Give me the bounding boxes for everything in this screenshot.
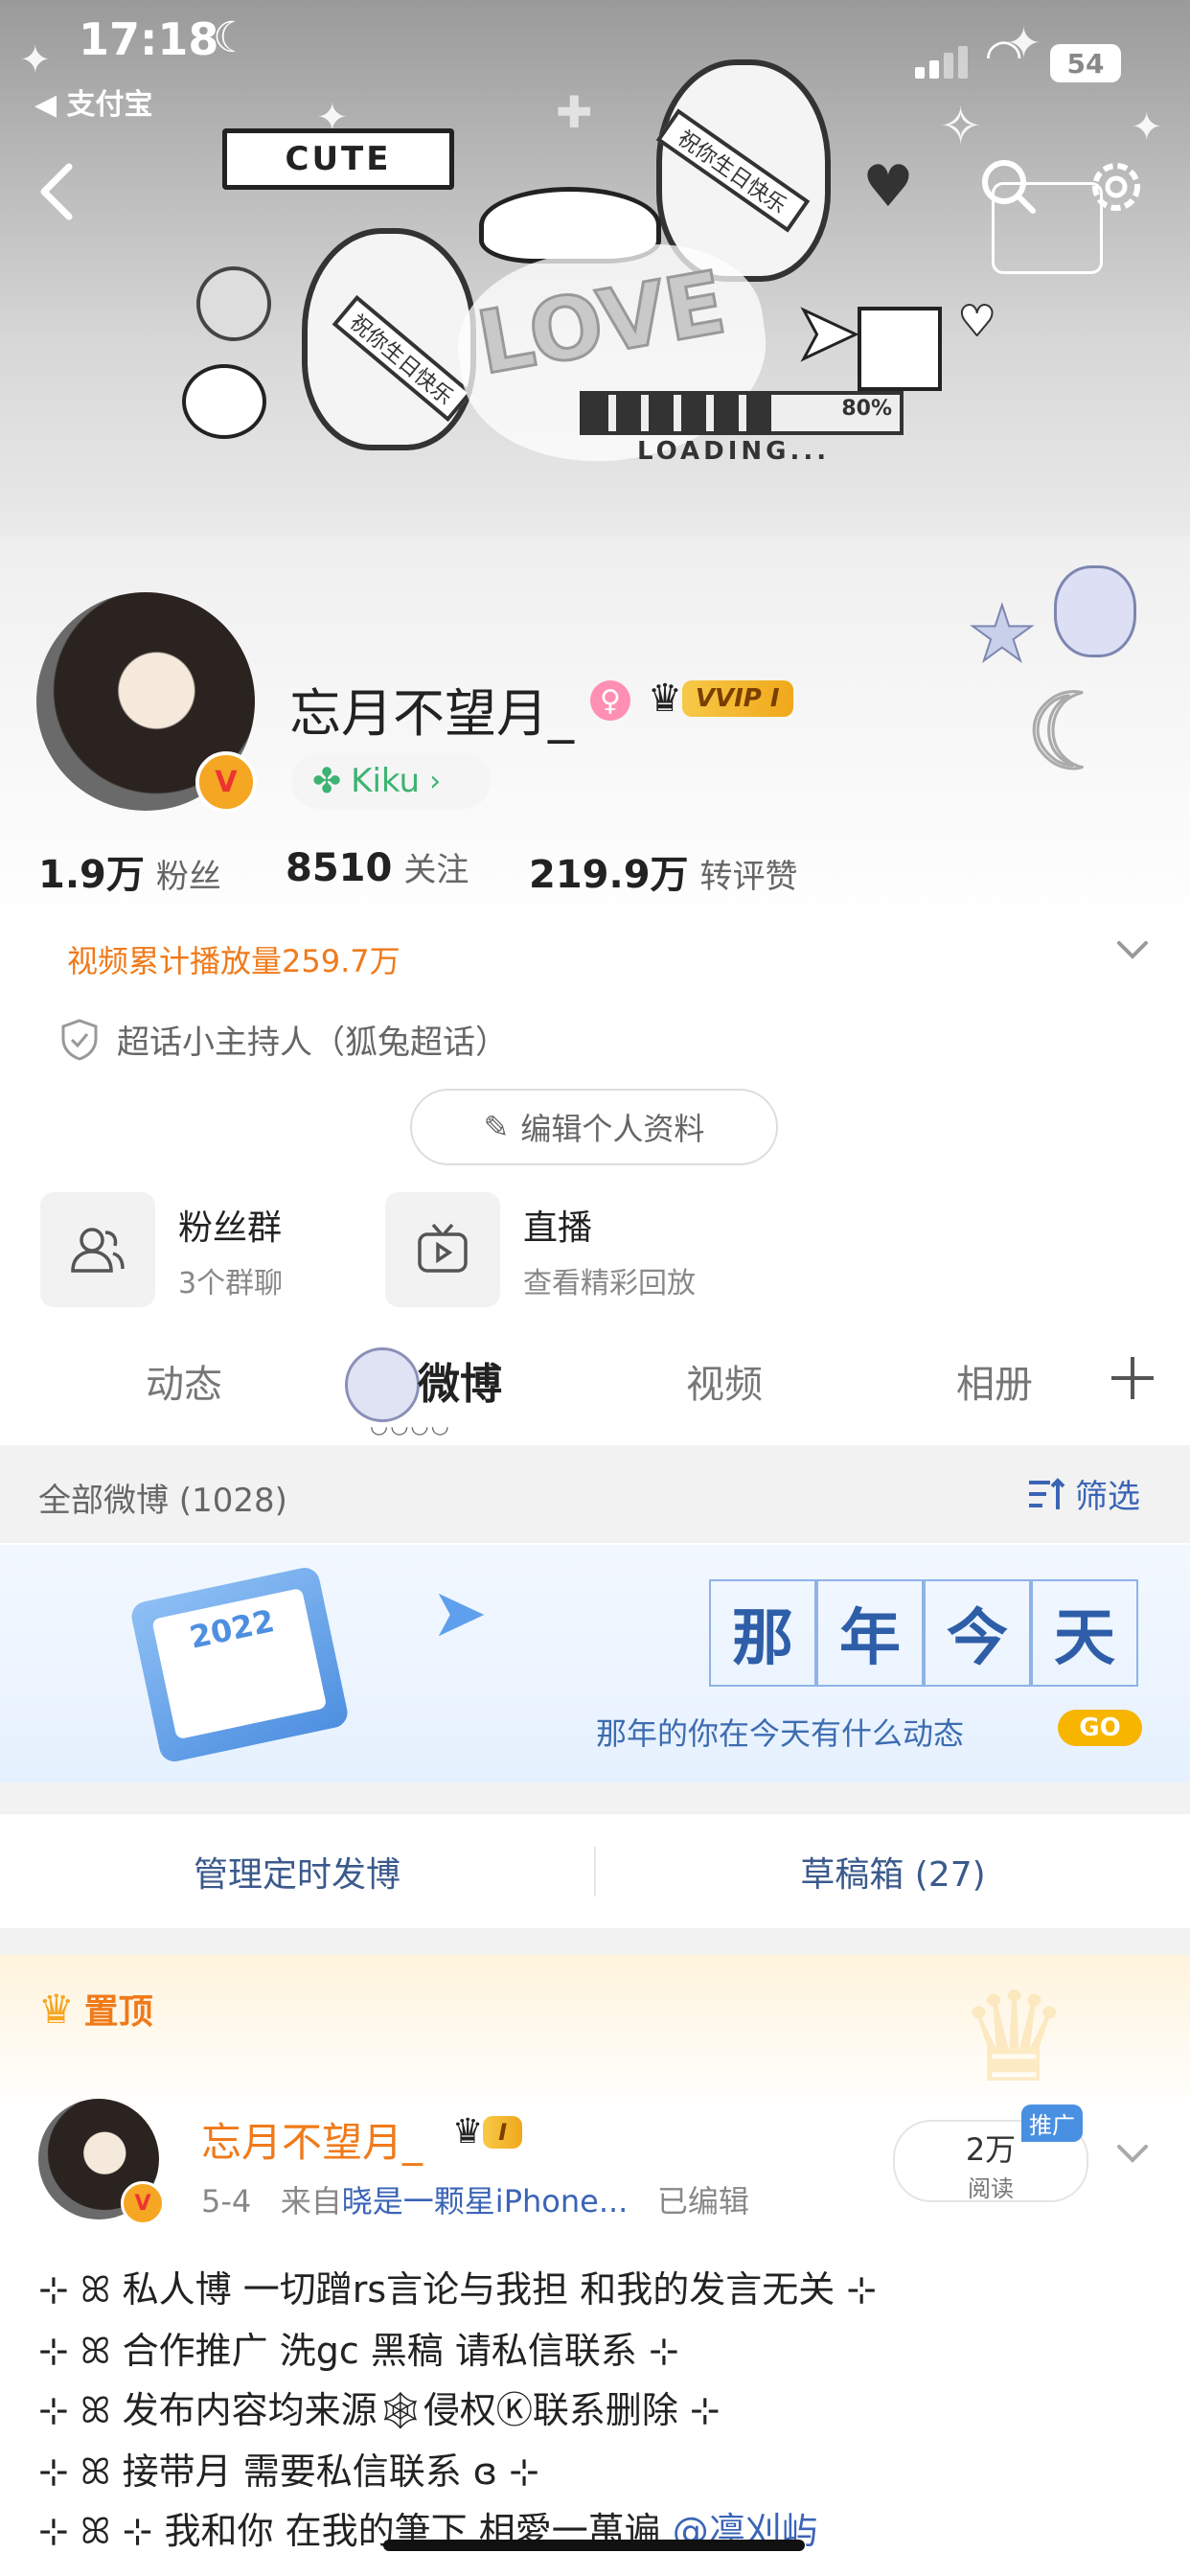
seal-sticker: 祝你生日快乐 [302, 228, 476, 450]
cursor-icon: ➤ [793, 287, 860, 379]
chevron-down-icon [1117, 941, 1148, 959]
likes-stat[interactable]: 219.9万 转评赞 [529, 843, 798, 899]
calendar-illustration: 2022 [128, 1565, 351, 1764]
chevron-left-icon [40, 163, 73, 220]
verified-badge: V [195, 751, 257, 813]
profile-name: 忘月不望月_ [289, 683, 574, 744]
live-icon-box [385, 1192, 500, 1307]
vip-badge: ♛ I [452, 2112, 523, 2151]
post-author-name[interactable]: 忘月不望月_ [201, 2110, 423, 2169]
tab-active-indicator: ◡◡◡◡ [370, 1414, 451, 1438]
crown-icon: ♛ [648, 677, 682, 721]
users-icon [71, 1228, 125, 1273]
followers-stat[interactable]: 1.9万 粉丝 [38, 843, 221, 899]
add-tab-button[interactable] [1106, 1351, 1159, 1405]
vip-badge[interactable]: ♛ VVIP I [648, 677, 793, 721]
search-icon [982, 160, 1036, 214]
filter-bar: 全部微博 (1028) 筛选 [0, 1445, 1190, 1543]
post-text-line: ⊹ ꕤ 私人博 一切蹭rs言论与我担 和我的发言无关 ⊹ [38, 2268, 878, 2311]
post-text-line: ⊹ ꕤ 合作推广 洗gc 黑稿 请私信联系 ⊹ [38, 2330, 679, 2372]
shield-check-icon [61, 1018, 98, 1061]
tab-mascot-icon [345, 1347, 420, 1422]
chick-sticker [182, 364, 266, 439]
tab-feed[interactable]: 动态 [146, 1353, 222, 1409]
star-icon: ✦ [19, 38, 52, 82]
search-button[interactable] [975, 153, 1042, 220]
pencil-icon: ✎ [483, 1109, 510, 1145]
on-this-day-title: 那 年 今 天 [709, 1579, 1138, 1687]
no-sign-sticker [196, 266, 271, 341]
on-this-day-subtitle: 那年的你在今天有什么动态 [596, 1715, 965, 1752]
tab-videos[interactable]: 视频 [686, 1353, 763, 1409]
status-time: 17:18 [79, 13, 219, 65]
home-indicator [383, 2540, 805, 2551]
post-actions-bar: 管理定时发博 草稿箱 (27) [0, 1813, 1190, 1930]
decorative-stickers: ★ ☾ [967, 565, 1136, 795]
loading-text: LOADING... [637, 437, 831, 466]
verified-badge: V [121, 2181, 165, 2225]
loading-bar: 80% [580, 391, 904, 435]
heart-icon: ♥ [862, 153, 914, 220]
fan-group-icon-box [40, 1192, 155, 1307]
post-meta: 5-4 来自晓是一颗星iPhone... 已编辑 [201, 2183, 749, 2220]
all-posts-count: 全部微博 (1028) [38, 1482, 287, 1520]
back-button[interactable] [29, 153, 96, 230]
post-source-link[interactable]: 晓是一颗星iPhone... [342, 2183, 629, 2220]
plus-icon: ✚ [556, 86, 593, 138]
moon-icon: ☾ [213, 13, 251, 62]
female-icon: ♀ [590, 680, 630, 721]
settings-button[interactable] [1083, 153, 1150, 220]
tab-weibo[interactable]: 微博 [418, 1349, 502, 1411]
star-icon: ✦ [1131, 105, 1163, 150]
back-to-app-link[interactable]: ◀ 支付宝 [34, 80, 153, 123]
scheduled-posts-button[interactable]: 管理定时发博 [0, 1814, 594, 1929]
drafts-button[interactable]: 草稿箱 (27) [596, 1814, 1190, 1929]
section-divider [0, 1928, 1190, 1955]
fan-group-tile[interactable]: 粉丝群 3个群聊 [40, 1192, 385, 1307]
video-plays-text: 视频累计播放量259.7万 [67, 943, 400, 979]
clover-icon: ✤ [312, 761, 342, 801]
section-divider [0, 1782, 1190, 1813]
live-tile[interactable]: 直播 查看精彩回放 [385, 1192, 788, 1307]
profile-cover-banner: ✦ ✦ ✦ ✧ ✦ ✚ CUTE 祝你生日快乐 祝你生日快乐 LOVE 80% … [0, 0, 1190, 537]
go-button[interactable]: GO [1058, 1710, 1142, 1746]
pixel-cat-sticker [858, 307, 942, 391]
post-text-line: ⊹ ꕤ 接带月 需要私信联系 ɞ ⊹ [38, 2450, 539, 2493]
filter-button[interactable]: 筛选 [1025, 1470, 1140, 1517]
pinned-post-card[interactable]: ♛ 置顶 ♛ V 忘月不望月_ ♛ I 5-4 来自晓是一颗星iPhone...… [0, 1955, 1190, 2576]
crown-icon: ♛ [452, 2112, 484, 2151]
kiku-chip[interactable]: ✤ Kiku › [291, 753, 491, 809]
pinned-label: ♛ 置顶 [38, 1985, 153, 2033]
wifi-icon: ◠ [987, 29, 1021, 80]
filter-icon [1029, 1477, 1065, 1509]
on-this-day-banner[interactable]: 2022 ➤ 那 年 今 天 那年的你在今天有什么动态 GO [0, 1545, 1190, 1782]
cute-sticker: CUTE [222, 128, 454, 190]
tv-icon [418, 1223, 468, 1273]
super-topic-host[interactable]: 超话小主持人（狐兔超话） [59, 1016, 508, 1063]
plus-icon [1111, 1357, 1154, 1399]
post-text-line: ⊹ ꕤ 发布内容均来源🕸侵权Ⓚ联系删除 ⊹ [38, 2389, 721, 2431]
sparkle-icon: ✧ [939, 96, 983, 156]
following-stat[interactable]: 8510 关注 [286, 843, 469, 890]
chevron-down-icon [1117, 2145, 1148, 2163]
signal-icon [915, 46, 969, 79]
crown-icon: ♛ [38, 1985, 75, 2033]
promote-badge[interactable]: 推广 [1021, 2104, 1083, 2142]
expand-button[interactable] [1111, 928, 1154, 970]
heart-icon: ♥ [957, 296, 996, 347]
crown-watermark: ♛ [958, 1965, 1070, 2110]
gear-icon [1092, 163, 1140, 211]
battery-indicator: 54 [1050, 44, 1121, 82]
chevron-right-icon: › [429, 764, 442, 798]
paper-plane-icon: ➤ [431, 1574, 488, 1652]
tab-albums[interactable]: 相册 [956, 1353, 1033, 1409]
edit-profile-button[interactable]: ✎ 编辑个人资料 [410, 1089, 778, 1165]
post-menu-button[interactable] [1111, 2131, 1154, 2174]
